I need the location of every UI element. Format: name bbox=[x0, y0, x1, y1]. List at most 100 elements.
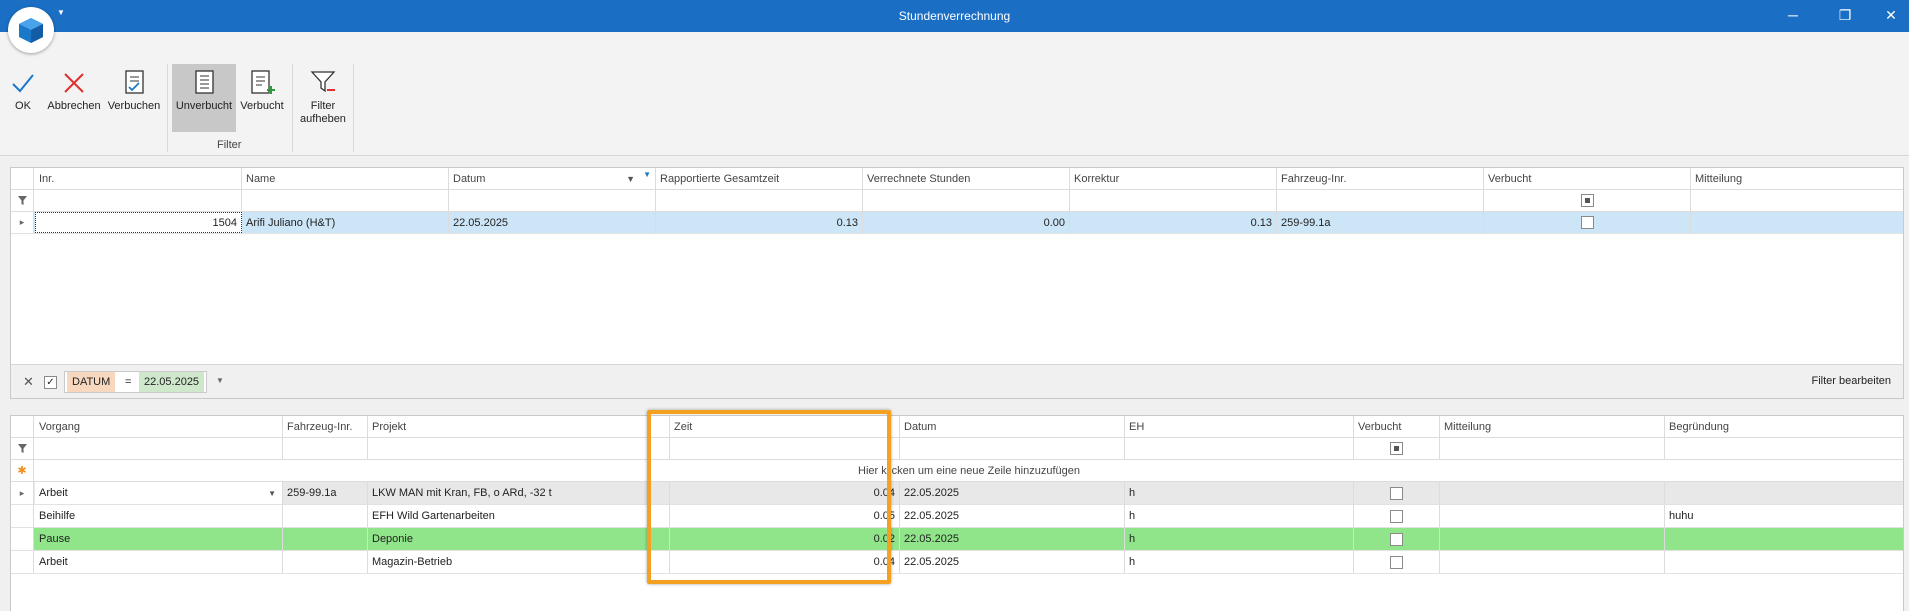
filter-cell-gesamtzeit[interactable] bbox=[656, 190, 863, 211]
filter-cell-fahrzeug[interactable] bbox=[1277, 190, 1484, 211]
cell-projekt[interactable]: LKW MAN mit Kran, FB, o ARd, -32 t bbox=[368, 482, 670, 504]
cell-begruendung[interactable] bbox=[1665, 551, 1903, 573]
filter-cell-datum[interactable] bbox=[449, 190, 656, 211]
filter-cell-mitteilung[interactable] bbox=[1691, 190, 1903, 211]
cell-verbucht[interactable] bbox=[1354, 551, 1440, 573]
clear-filter-icon[interactable]: ✕ bbox=[23, 374, 34, 390]
new-item-row[interactable]: ✱ Hier klicken um eine neue Zeile hinzuz… bbox=[11, 460, 1903, 482]
expand-arrow-icon[interactable]: ▸ bbox=[11, 482, 34, 504]
cell-fahrzeug[interactable]: 259-99.1a bbox=[283, 482, 368, 504]
cell-fahrzeug[interactable] bbox=[283, 528, 368, 550]
filter-cell-projekt[interactable] bbox=[368, 438, 670, 459]
cell-datum[interactable]: 22.05.2025 bbox=[900, 551, 1125, 573]
row-indicator[interactable] bbox=[11, 528, 34, 550]
filter-cell-zeit[interactable] bbox=[670, 438, 900, 459]
new-row-hint[interactable]: Hier klicken um eine neue Zeile hinzuzuf… bbox=[35, 460, 1903, 481]
col-datum[interactable]: Datum bbox=[900, 416, 1125, 437]
verbucht-checkbox[interactable] bbox=[1390, 509, 1403, 523]
filter-cell-vorgang[interactable] bbox=[35, 438, 283, 459]
minimize-button[interactable]: ─ bbox=[1776, 4, 1810, 26]
row-indicator[interactable] bbox=[11, 505, 34, 527]
cell-begruendung[interactable] bbox=[1665, 528, 1903, 550]
filter-icon[interactable]: ▼ bbox=[643, 170, 651, 179]
sort-desc-icon[interactable]: ▼ bbox=[626, 174, 635, 184]
cell-begruendung[interactable]: huhu bbox=[1665, 505, 1903, 527]
filter-cell-fahrzeug[interactable] bbox=[283, 438, 368, 459]
cell-korrektur[interactable]: 0.13 bbox=[1070, 212, 1277, 233]
cell-fahrzeug[interactable] bbox=[283, 505, 368, 527]
col-verrechnete-stunden[interactable]: Verrechnete Stunden bbox=[863, 168, 1070, 189]
cell-eh[interactable]: h bbox=[1125, 482, 1354, 504]
verbucht-checkbox[interactable] bbox=[1390, 532, 1403, 546]
cell-datum[interactable]: 22.05.2025 bbox=[449, 212, 656, 233]
unverbucht-toggle[interactable]: Unverbucht bbox=[172, 64, 236, 132]
filter-bearbeiten-link[interactable]: Filter bearbeiten bbox=[1812, 375, 1892, 387]
cell-zeit[interactable]: 0.05 bbox=[670, 505, 900, 527]
cell-verbucht[interactable] bbox=[1354, 482, 1440, 504]
cell-vorgang[interactable]: Beihilfe bbox=[35, 505, 283, 527]
cell-vorgang[interactable]: Pause bbox=[35, 528, 283, 550]
filter-cell-mitteilung[interactable] bbox=[1440, 438, 1665, 459]
col-zeit[interactable]: Zeit bbox=[670, 416, 900, 437]
col-vorgang[interactable]: Vorgang bbox=[35, 416, 283, 437]
close-window-button[interactable]: ✕ bbox=[1874, 4, 1908, 26]
cell-zeit[interactable]: 0.04 bbox=[670, 482, 900, 504]
col-korrektur[interactable]: Korrektur bbox=[1070, 168, 1277, 189]
cell-datum[interactable]: 22.05.2025 bbox=[900, 482, 1125, 504]
cell-zeit[interactable]: 0.04 bbox=[670, 551, 900, 573]
filter-history-dropdown-icon[interactable]: ▼ bbox=[216, 376, 224, 385]
cell-fahrzeug[interactable]: 259-99.1a bbox=[1277, 212, 1484, 233]
table-row[interactable]: ▸ Arbeit ▼ 259-99.1a LKW MAN mit Kran, F… bbox=[11, 482, 1903, 505]
verbucht-checkbox[interactable] bbox=[1390, 486, 1403, 500]
expand-arrow-icon[interactable]: ▸ bbox=[11, 212, 34, 233]
cell-datum[interactable]: 22.05.2025 bbox=[900, 528, 1125, 550]
col-mitteilung[interactable]: Mitteilung bbox=[1691, 168, 1903, 189]
chevron-down-icon[interactable]: ▼ bbox=[268, 489, 276, 498]
verbuchen-button[interactable]: Verbuchen bbox=[106, 68, 162, 112]
cell-eh[interactable]: h bbox=[1125, 551, 1354, 573]
restore-button[interactable]: ❐ bbox=[1828, 4, 1862, 26]
col-verbucht[interactable]: Verbucht bbox=[1484, 168, 1691, 189]
filter-aufheben-button[interactable]: Filter aufheben bbox=[298, 68, 348, 126]
app-logo-icon[interactable] bbox=[8, 7, 54, 53]
filter-cell-verrechnet[interactable] bbox=[863, 190, 1070, 211]
cell-inr[interactable]: 1504 bbox=[35, 212, 242, 233]
table-row[interactable]: Beihilfe EFH Wild Gartenarbeiten 0.05 22… bbox=[11, 505, 1903, 528]
cell-verbucht[interactable] bbox=[1484, 212, 1691, 233]
cell-vorgang[interactable]: Arbeit ▼ bbox=[35, 482, 283, 504]
col-begruendung[interactable]: Begründung bbox=[1665, 416, 1903, 437]
filter-value[interactable]: 22.05.2025 bbox=[139, 372, 205, 392]
cell-name[interactable]: Arifi Juliano (H&T) bbox=[242, 212, 449, 233]
cell-zeit[interactable]: 0.02 bbox=[670, 528, 900, 550]
verbucht-checkbox[interactable] bbox=[1390, 555, 1403, 569]
filter-cell-korrektur[interactable] bbox=[1070, 190, 1277, 211]
cell-mitteilung[interactable] bbox=[1440, 551, 1665, 573]
cell-gesamtzeit[interactable]: 0.13 bbox=[656, 212, 863, 233]
filter-cell-eh[interactable] bbox=[1125, 438, 1354, 459]
col-name[interactable]: Name bbox=[242, 168, 449, 189]
cell-eh[interactable]: h bbox=[1125, 505, 1354, 527]
cell-mitteilung[interactable] bbox=[1440, 528, 1665, 550]
table-row[interactable]: Arbeit Magazin-Betrieb 0.04 22.05.2025 h bbox=[11, 551, 1903, 574]
verbucht-checkbox[interactable] bbox=[1580, 216, 1594, 229]
table-row[interactable]: Pause Deponie 0.02 22.05.2025 h bbox=[11, 528, 1903, 551]
cell-datum[interactable]: 22.05.2025 bbox=[900, 505, 1125, 527]
quick-access-dropdown-icon[interactable]: ▼ bbox=[57, 8, 65, 17]
cell-projekt[interactable]: EFH Wild Gartenarbeiten bbox=[368, 505, 670, 527]
col-rapportierte-gesamtzeit[interactable]: Rapportierte Gesamtzeit bbox=[656, 168, 863, 189]
filter-field[interactable]: DATUM bbox=[67, 372, 116, 392]
filter-operator[interactable]: = bbox=[122, 372, 134, 392]
col-eh[interactable]: EH bbox=[1125, 416, 1354, 437]
filter-cell-verbucht[interactable] bbox=[1484, 190, 1691, 211]
col-projekt[interactable]: Projekt bbox=[368, 416, 670, 437]
cell-mitteilung[interactable] bbox=[1440, 505, 1665, 527]
cell-mitteilung[interactable] bbox=[1691, 212, 1903, 233]
cell-fahrzeug[interactable] bbox=[283, 551, 368, 573]
cell-begruendung[interactable] bbox=[1665, 482, 1903, 504]
cell-projekt[interactable]: Magazin-Betrieb bbox=[368, 551, 670, 573]
cell-mitteilung[interactable] bbox=[1440, 482, 1665, 504]
filter-cell-begruendung[interactable] bbox=[1665, 438, 1903, 459]
col-fahrzeug-inr[interactable]: Fahrzeug-Inr. bbox=[283, 416, 368, 437]
filter-cell-inr[interactable] bbox=[35, 190, 242, 211]
cell-verrechnet[interactable]: 0.00 bbox=[863, 212, 1070, 233]
